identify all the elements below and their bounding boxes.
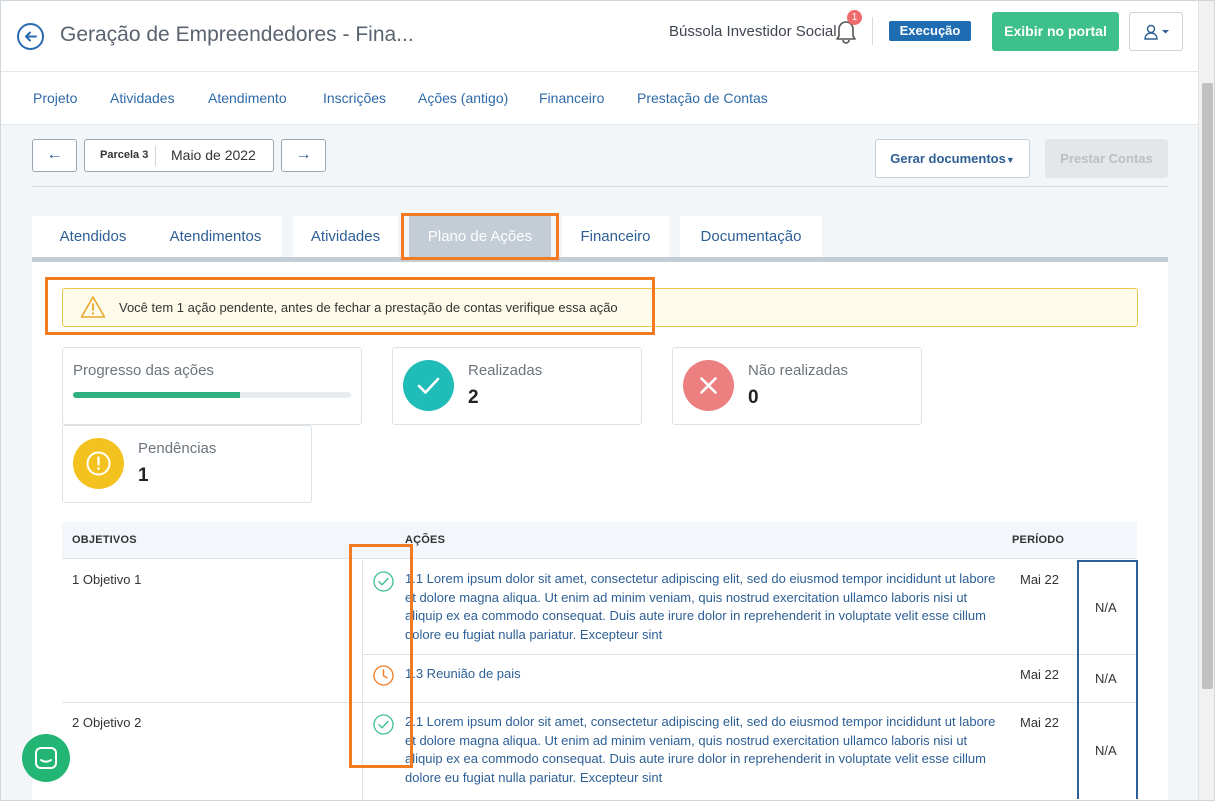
scrollbar[interactable] [1198, 1, 1214, 800]
action-link[interactable]: 1.1 Lorem ipsum dolor sit amet, consecte… [405, 570, 999, 645]
top-bar: Geração de Empreendedores - Fina... Búss… [1, 1, 1198, 72]
chevron-down-icon: ▼ [1005, 155, 1015, 165]
divider [62, 702, 1137, 703]
progress-bar [73, 392, 351, 398]
nav-atividades[interactable]: Atividades [110, 90, 175, 106]
value-column-highlight [1077, 560, 1138, 799]
not-done-title: Não realizadas [748, 362, 849, 379]
prev-parcel-button[interactable]: ← [32, 139, 77, 172]
chat-icon [35, 747, 57, 769]
progress-card: Progresso das ações [62, 347, 362, 425]
nav-projeto[interactable]: Projeto [33, 90, 77, 106]
next-parcel-button[interactable]: → [281, 139, 326, 172]
parcel-month: Maio de 2022 [171, 147, 256, 163]
done-title: Realizadas [468, 362, 543, 379]
nav-inscricoes[interactable]: Inscrições [323, 90, 386, 106]
tab-documentacao[interactable]: Documentação [680, 216, 822, 257]
exclamation-icon [73, 438, 124, 489]
nav-acoes-antigo[interactable]: Ações (antigo) [418, 90, 508, 106]
tab-atividades[interactable]: Atividades [293, 216, 398, 257]
divider [872, 17, 873, 45]
pending-title: Pendências [138, 440, 217, 457]
objective-label: 1 Objetivo 1 [72, 572, 142, 587]
highlight-box [45, 277, 655, 335]
highlight-box [349, 544, 413, 768]
tab-financeiro[interactable]: Financeiro [562, 216, 669, 257]
status-badge: Execução [889, 21, 971, 41]
not-done-count: 0 [748, 387, 759, 408]
action-period: Mai 22 [1020, 667, 1060, 682]
parcel-label: Parcela 3 [100, 149, 149, 161]
user-menu-button[interactable] [1129, 12, 1183, 51]
action-period: Mai 22 [1020, 572, 1060, 587]
header-period: PERÍODO [1012, 534, 1065, 546]
action-link[interactable]: 2.1 Lorem ipsum dolor sit amet, consecte… [405, 713, 999, 788]
nav-financeiro[interactable]: Financeiro [539, 90, 604, 106]
page-title: Geração de Empreendedores - Fina... [60, 23, 414, 46]
pending-card: Pendências 1 [62, 425, 312, 503]
check-icon [403, 360, 454, 411]
header-objectives: OBJETIVOS [72, 534, 137, 546]
generate-documents-label: Gerar documentos [890, 151, 1006, 166]
not-done-card: Não realizadas 0 [672, 347, 922, 425]
divider [155, 146, 156, 166]
progress-title: Progresso das ações [73, 362, 214, 379]
close-icon [683, 360, 734, 411]
scrollbar-thumb[interactable] [1202, 83, 1213, 689]
nav-atendimento[interactable]: Atendimento [208, 90, 287, 106]
action-period: Mai 22 [1020, 715, 1060, 730]
generate-documents-button[interactable]: Gerar documentos▼ [875, 139, 1030, 178]
nav-prestacao-contas[interactable]: Prestação de Contas [637, 90, 768, 106]
notification-badge: 1 [847, 10, 862, 25]
chat-button[interactable] [22, 734, 70, 782]
submit-accounts-button[interactable]: Prestar Contas [1045, 139, 1168, 178]
highlight-box [401, 213, 559, 260]
tab-atendidos[interactable]: Atendidos [32, 216, 154, 257]
divider [363, 654, 1078, 655]
done-count: 2 [468, 387, 479, 408]
project-nav: Projeto Atividades Atendimento Inscriçõe… [1, 72, 1198, 125]
parcel-selector[interactable]: Parcela 3 Maio de 2022 [84, 139, 274, 172]
pending-count: 1 [138, 465, 149, 486]
divider [32, 186, 1168, 187]
back-arrow-icon[interactable] [17, 23, 44, 50]
tab-atendimentos[interactable]: Atendimentos [149, 216, 282, 257]
objective-label: 2 Objetivo 2 [72, 715, 142, 730]
done-card: Realizadas 2 [392, 347, 642, 425]
action-link[interactable]: 1.3 Reunião de pais [405, 665, 999, 684]
organization-name: Bússola Investidor Social [669, 23, 837, 40]
table-header: OBJETIVOS AÇÕES PERÍODO [62, 522, 1137, 559]
user-menu-icon [1144, 24, 1169, 40]
app-window: Geração de Empreendedores - Fina... Búss… [0, 0, 1215, 801]
progress-fill [73, 392, 240, 398]
view-portal-button[interactable]: Exibir no portal [992, 12, 1119, 51]
